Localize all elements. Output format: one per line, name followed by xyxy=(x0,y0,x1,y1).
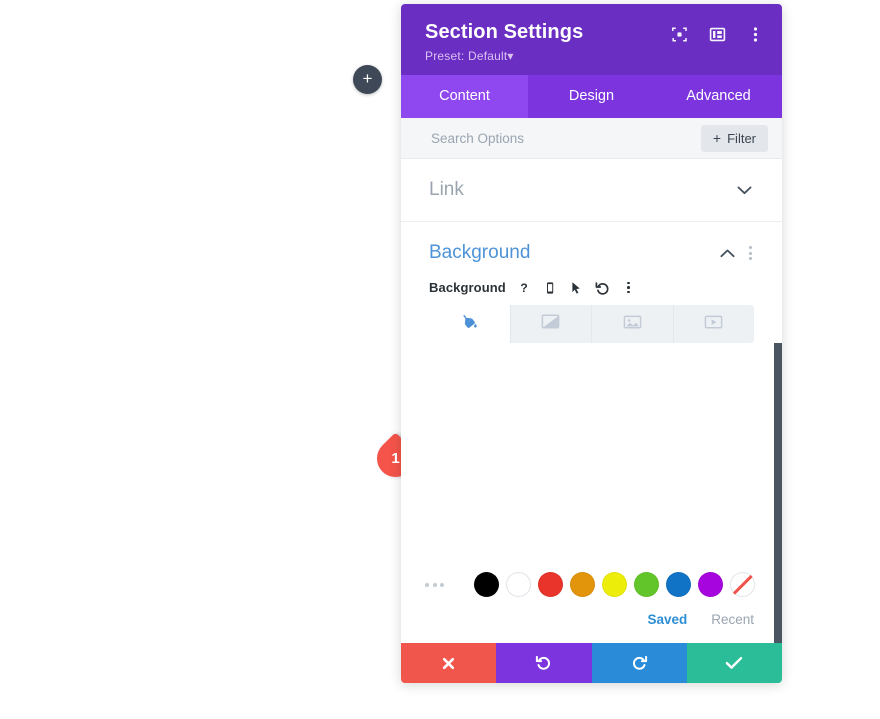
kebab-menu-icon[interactable] xyxy=(746,25,764,43)
redo-button[interactable] xyxy=(591,643,687,683)
background-type-tabs xyxy=(429,305,754,343)
chevron-up-icon[interactable] xyxy=(719,248,735,258)
swatch-purple[interactable] xyxy=(698,572,723,597)
tab-advanced[interactable]: Advanced xyxy=(655,75,782,118)
reset-undo-icon[interactable] xyxy=(595,280,610,295)
panel-action-bar xyxy=(401,643,782,683)
swatch-red[interactable] xyxy=(538,572,563,597)
add-section-button[interactable]: + xyxy=(353,65,382,94)
tab-content[interactable]: Content xyxy=(401,75,528,118)
section-toggle-link[interactable]: Link xyxy=(401,159,782,222)
background-image-tab[interactable] xyxy=(592,305,674,343)
preset-label: Preset: Default xyxy=(425,49,508,63)
svg-text:?: ? xyxy=(521,281,528,295)
redo-arrow-icon xyxy=(631,655,648,671)
swatch-white[interactable] xyxy=(506,572,531,597)
swatch-yellow[interactable] xyxy=(602,572,627,597)
color-picker-space xyxy=(401,343,782,643)
responsive-device-icon[interactable] xyxy=(543,280,558,295)
background-color-tab[interactable] xyxy=(429,305,511,343)
gradient-icon xyxy=(541,313,560,335)
section-settings-panel: Section Settings Preset: Default▾ Conten… xyxy=(401,4,782,683)
swatch-tabs: Saved Recent xyxy=(425,607,762,643)
tab-saved[interactable]: Saved xyxy=(647,612,687,627)
panel-header: Section Settings Preset: Default▾ xyxy=(401,4,782,75)
cancel-button[interactable] xyxy=(401,643,497,683)
swatch-blue[interactable] xyxy=(666,572,691,597)
plus-icon: + xyxy=(362,69,373,88)
kebab-menu-icon[interactable] xyxy=(749,246,752,260)
panel-body: Link Background Background ? Saved Recen… xyxy=(401,159,782,643)
paint-bucket-icon xyxy=(460,312,479,336)
page-title: Section Settings xyxy=(425,21,584,43)
plus-icon: + xyxy=(712,130,722,146)
close-x-icon xyxy=(441,656,456,671)
swatch-green[interactable] xyxy=(634,572,659,597)
panel-scrollbar[interactable] xyxy=(774,343,782,643)
undo-button[interactable] xyxy=(496,643,592,683)
more-dots-icon[interactable] xyxy=(425,582,444,587)
chevron-down-icon: ▾ xyxy=(507,49,514,63)
filter-button[interactable]: + Filter xyxy=(700,124,768,152)
swatch-black[interactable] xyxy=(474,572,499,597)
panel-tab-bar: Content Design Advanced xyxy=(401,75,782,118)
search-input[interactable] xyxy=(429,129,701,147)
section-title-link: Link xyxy=(429,179,464,200)
chevron-down-icon xyxy=(736,185,752,195)
filter-label: Filter xyxy=(727,130,756,146)
background-video-tab[interactable] xyxy=(674,305,755,343)
tab-recent[interactable]: Recent xyxy=(711,612,754,627)
preset-selector[interactable]: Preset: Default▾ xyxy=(425,49,583,63)
section-background-controls xyxy=(719,246,752,260)
swatch-none[interactable] xyxy=(730,572,755,597)
search-bar: + Filter xyxy=(401,118,782,159)
section-toggle-background[interactable]: Background xyxy=(401,222,782,280)
kebab-menu-icon[interactable] xyxy=(621,280,636,295)
image-icon xyxy=(623,314,642,335)
panel-header-titles: Section Settings Preset: Default▾ xyxy=(425,20,583,63)
swatch-orange[interactable] xyxy=(570,572,595,597)
background-field-label-row: Background ? xyxy=(401,280,782,305)
layout-panel-icon[interactable] xyxy=(708,25,726,43)
background-gradient-tab[interactable] xyxy=(511,305,592,343)
section-title-background: Background xyxy=(429,242,531,263)
help-icon[interactable]: ? xyxy=(517,280,532,295)
save-button[interactable] xyxy=(686,643,782,683)
section-background: Background Background ? xyxy=(401,222,782,343)
background-field-label: Background xyxy=(429,280,506,295)
color-swatch-area: Saved Recent xyxy=(401,572,782,643)
tab-design[interactable]: Design xyxy=(528,75,655,118)
checkmark-icon xyxy=(725,656,743,670)
undo-arrow-icon xyxy=(535,655,552,671)
video-icon xyxy=(704,314,723,335)
panel-header-icons xyxy=(670,25,764,43)
hover-cursor-icon[interactable] xyxy=(569,280,584,295)
color-swatch-row xyxy=(425,572,762,607)
focus-target-icon[interactable] xyxy=(670,25,688,43)
